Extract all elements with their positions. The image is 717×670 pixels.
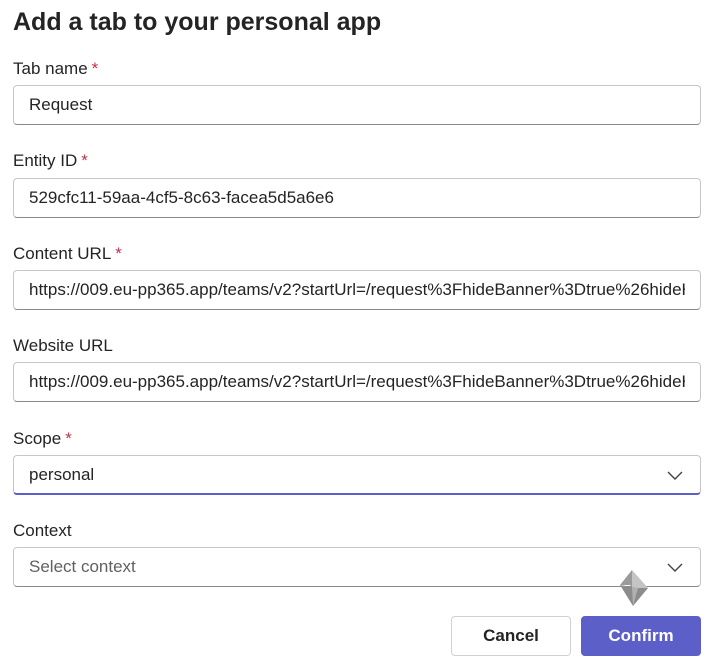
context-placeholder: Select context (29, 557, 136, 576)
tab-name-input[interactable]: Request (13, 85, 701, 125)
context-label: Context (13, 521, 72, 541)
mouse-cursor-icon (620, 570, 648, 606)
required-asterisk: * (91, 59, 99, 78)
chevron-down-icon (667, 471, 683, 480)
entity-id-value: 529cfc11-59aa-4cf5-8c63-facea5d5a6e6 (29, 188, 334, 207)
required-asterisk: * (65, 429, 72, 448)
website-url-label: Website URL (13, 336, 113, 356)
website-url-input[interactable]: https://009.eu-pp365.app/teams/v2?startU… (13, 362, 701, 402)
tab-name-label: Tab name * (13, 59, 98, 79)
tab-name-label-text: Tab name (13, 59, 88, 78)
content-url-value: https://009.eu-pp365.app/teams/v2?startU… (29, 280, 685, 299)
required-asterisk: * (81, 151, 88, 170)
content-url-label-text: Content URL (13, 244, 112, 263)
content-url-label: Content URL * (13, 244, 122, 264)
confirm-button[interactable]: Confirm (581, 616, 701, 656)
scope-label: Scope * (13, 429, 72, 449)
dialog-title: Add a tab to your personal app (13, 8, 382, 36)
required-asterisk: * (115, 244, 122, 263)
context-dropdown[interactable]: Select context (13, 547, 701, 587)
website-url-value: https://009.eu-pp365.app/teams/v2?startU… (29, 372, 685, 391)
scope-value: personal (29, 465, 95, 484)
entity-id-input[interactable]: 529cfc11-59aa-4cf5-8c63-facea5d5a6e6 (13, 178, 701, 218)
website-url-label-text: Website URL (13, 336, 113, 355)
scope-label-text: Scope (13, 429, 62, 448)
scope-dropdown[interactable]: personal (13, 455, 701, 495)
cancel-button[interactable]: Cancel (451, 616, 571, 656)
tab-name-value: Request (29, 95, 93, 114)
entity-id-label: Entity ID * (13, 151, 88, 171)
context-label-text: Context (13, 521, 72, 540)
chevron-down-icon (667, 563, 683, 572)
content-url-input[interactable]: https://009.eu-pp365.app/teams/v2?startU… (13, 270, 701, 310)
entity-id-label-text: Entity ID (13, 151, 78, 170)
